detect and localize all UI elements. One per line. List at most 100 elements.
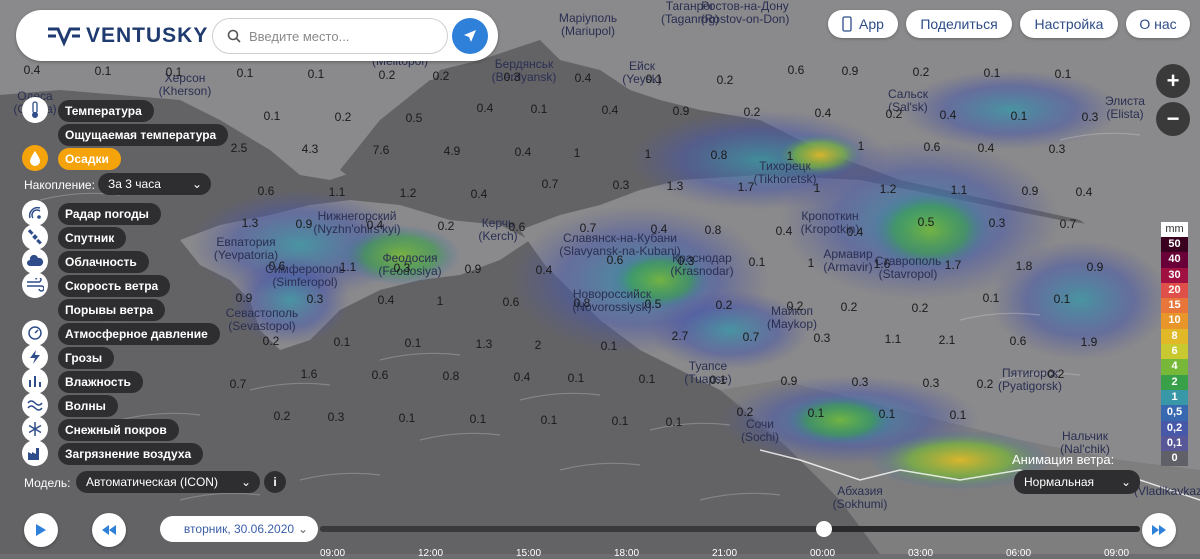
precipitation-value: 0.3 bbox=[306, 292, 324, 306]
search-input[interactable] bbox=[247, 27, 441, 45]
locate-button[interactable] bbox=[452, 18, 488, 54]
precipitation-value: 1 bbox=[644, 147, 652, 161]
precipitation-value: 0.6 bbox=[606, 253, 624, 267]
brand-panel: VENTUSKY bbox=[16, 10, 498, 61]
step-back-button[interactable] bbox=[92, 513, 126, 547]
date-value: вторник, 30.06.2020 bbox=[183, 522, 295, 536]
precipitation-value: 0.8 bbox=[710, 148, 728, 162]
precipitation-value: 0.1 bbox=[878, 407, 896, 421]
precipitation-value: 0.2 bbox=[334, 110, 352, 124]
timeline-handle[interactable] bbox=[816, 521, 833, 537]
model-info-button[interactable]: i bbox=[264, 471, 286, 493]
legend-item: 0,5 bbox=[1161, 405, 1188, 421]
city-latin-name: (Sochi) bbox=[740, 430, 780, 444]
precipitation-legend: mm 50 40 30 20 15 10 8 6 4 2 1 0,5 0,2 0,1 0 bbox=[1161, 222, 1188, 467]
factory-icon bbox=[22, 440, 48, 466]
precipitation-value: 2 bbox=[534, 338, 542, 352]
app-button[interactable]: App bbox=[828, 10, 898, 38]
precipitation-value: 1.1 bbox=[884, 332, 902, 346]
date-select[interactable]: вторник, 30.06.2020 ⌄ bbox=[160, 516, 318, 542]
accumulation-select[interactable]: За 3 часа ⌄ bbox=[98, 173, 211, 195]
precipitation-value: 1.1 bbox=[339, 260, 357, 274]
precipitation-value: 0.7 bbox=[541, 177, 559, 191]
precipitation-value: 0.1 bbox=[307, 67, 325, 81]
precipitation-value: 0.2 bbox=[736, 405, 754, 419]
legend-item: 2 bbox=[1161, 374, 1188, 390]
precipitation-value: 0.3 bbox=[612, 178, 630, 192]
play-button[interactable] bbox=[24, 513, 58, 547]
model-value: Автоматическая (ICON) bbox=[86, 475, 218, 489]
precipitation-value: 1 bbox=[786, 149, 794, 163]
about-button[interactable]: О нас bbox=[1126, 10, 1190, 38]
legend-item: 0,2 bbox=[1161, 420, 1188, 436]
city-latin-name: (Mariupol) bbox=[560, 24, 615, 38]
ventusky-logo-icon bbox=[48, 27, 80, 47]
precipitation-value: 0.6 bbox=[787, 63, 805, 77]
precipitation-value: 2.1 bbox=[938, 333, 956, 347]
city-latin-name: (Nyzhn'ohirs'kyi) bbox=[313, 222, 401, 236]
wind-animation-select[interactable]: Нормальная ⌄ bbox=[1014, 470, 1140, 494]
precipitation-value: 0.4 bbox=[939, 108, 957, 122]
precipitation-value: 0.5 bbox=[917, 215, 935, 229]
step-forward-button[interactable] bbox=[1142, 513, 1176, 547]
timeline-track[interactable] bbox=[320, 521, 1140, 537]
precipitation-value: 0.4 bbox=[775, 224, 793, 238]
city-latin-name: (Tikhoretsk) bbox=[753, 172, 817, 186]
precipitation-value: 1.1 bbox=[950, 183, 968, 197]
precipitation-value: 0.3 bbox=[1081, 110, 1099, 124]
logo[interactable]: VENTUSKY bbox=[46, 24, 208, 48]
precipitation-value: 0.1 bbox=[165, 65, 183, 79]
satellite-icon bbox=[22, 224, 48, 250]
city-label: Бердянськ (Berdyansk) bbox=[492, 58, 557, 84]
precipitation-value: 0.7 bbox=[1059, 217, 1077, 231]
precipitation-value: 0.2 bbox=[885, 107, 903, 121]
legend-item: 20 bbox=[1161, 282, 1188, 299]
precipitation-value: 0.4 bbox=[977, 141, 995, 155]
precipitation-value: 0.1 bbox=[1010, 109, 1028, 123]
precipitation-value: 0.2 bbox=[262, 334, 280, 348]
city-latin-name: (Armavir) bbox=[823, 260, 873, 274]
phone-icon bbox=[842, 16, 852, 32]
precipitation-value: 0.4 bbox=[574, 71, 592, 85]
precipitation-value: 1.3 bbox=[241, 216, 259, 230]
logo-text: VENTUSKY bbox=[86, 24, 209, 47]
layer-humidity-label: Влажность bbox=[58, 371, 143, 393]
precipitation-value: 2.7 bbox=[671, 329, 689, 343]
model-select[interactable]: Автоматическая (ICON) ⌄ bbox=[76, 471, 260, 493]
legend-item: 1 bbox=[1161, 389, 1188, 406]
settings-button[interactable]: Настройка bbox=[1020, 10, 1118, 38]
layer-waves-label: Волны bbox=[58, 395, 118, 417]
layer-pressure-label: Атмосферное давление bbox=[58, 323, 220, 345]
share-button[interactable]: Поделиться bbox=[906, 10, 1012, 38]
legend-item: 40 bbox=[1161, 252, 1188, 268]
precipitation-value: 0.2 bbox=[743, 105, 761, 119]
legend-item: 50 bbox=[1161, 237, 1188, 253]
precipitation-value: 0.1 bbox=[236, 66, 254, 80]
zoom-in-button[interactable]: + bbox=[1156, 64, 1190, 98]
precipitation-value: 0.3 bbox=[1048, 142, 1066, 156]
search-box[interactable] bbox=[212, 18, 448, 54]
precipitation-value: 0.1 bbox=[600, 339, 618, 353]
precipitation-value: 0.6 bbox=[371, 368, 389, 382]
layer-clouds-label: Облачность bbox=[58, 251, 149, 273]
zoom-out-button[interactable]: − bbox=[1156, 102, 1190, 136]
precipitation-value: 7.6 bbox=[372, 143, 390, 157]
radar-icon bbox=[22, 200, 48, 226]
city-label: (Vladikavkaz) bbox=[1134, 485, 1200, 498]
snowflake-icon bbox=[22, 416, 48, 442]
layer-snow-label: Снежный покров bbox=[58, 419, 179, 441]
info-icon: i bbox=[273, 475, 277, 489]
precipitation-value: 0.9 bbox=[235, 291, 253, 305]
precipitation-value: 0.3 bbox=[677, 254, 695, 268]
precipitation-value: 0.5 bbox=[644, 297, 662, 311]
precipitation-value: 0.1 bbox=[611, 414, 629, 428]
precipitation-value: 0.3 bbox=[393, 261, 411, 275]
precipitation-value: 0.7 bbox=[579, 221, 597, 235]
precipitation-value: 1 bbox=[807, 256, 815, 270]
city-label: Севастополь (Sevastopol) bbox=[226, 307, 298, 333]
precipitation-value: 0.9 bbox=[464, 262, 482, 276]
precipitation-value: 4.9 bbox=[443, 144, 461, 158]
precipitation-value: 0.4 bbox=[846, 225, 864, 239]
precipitation-value: 0.9 bbox=[295, 217, 313, 231]
precipitation-value: 0.1 bbox=[263, 109, 281, 123]
